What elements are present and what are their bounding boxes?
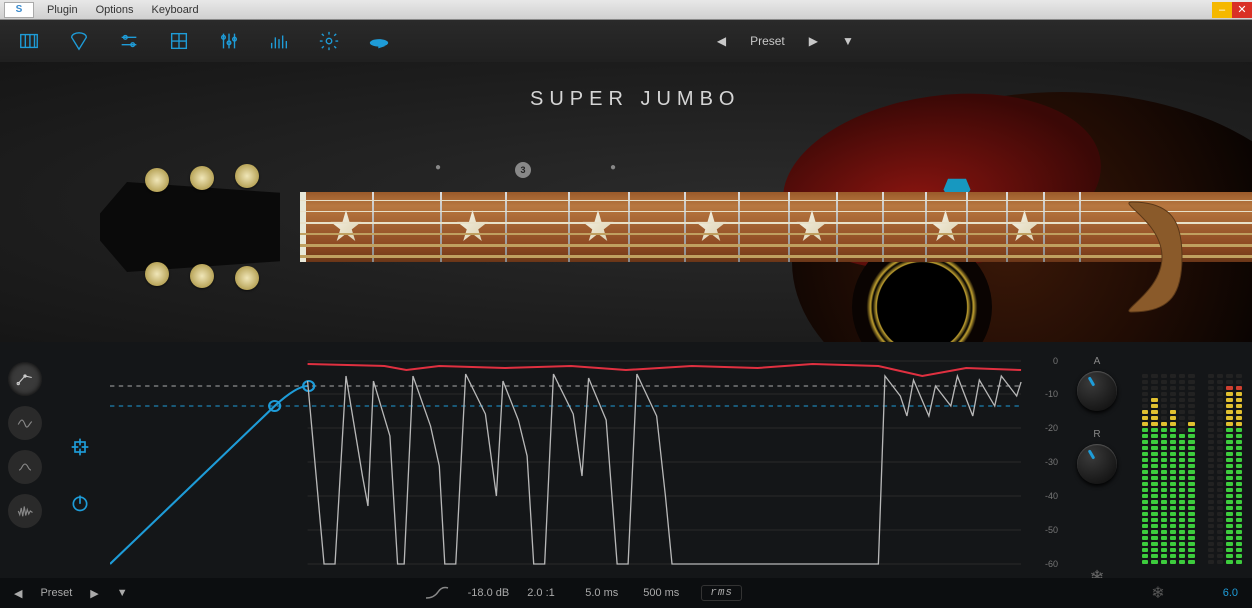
attack-knob-label: A (1094, 356, 1101, 367)
curve-icon[interactable] (424, 586, 450, 600)
graph-svg (110, 356, 1054, 576)
pick-icon[interactable] (68, 30, 90, 52)
detection-mode[interactable]: rms (701, 585, 742, 601)
window-menubar: S Plugin Options Keyboard – ✕ (0, 0, 1252, 20)
main-toolbar: ◀ Preset ▶ ▼ (0, 20, 1252, 62)
preset-navigator: ◀ Preset ▶ ▼ (717, 34, 854, 48)
settings-icon[interactable] (318, 30, 340, 52)
preset-next-button[interactable]: ▶ (809, 34, 818, 48)
tuner-peg (190, 166, 214, 190)
eq-tab[interactable] (8, 406, 42, 440)
release-knob-label: R (1093, 429, 1100, 440)
power-icon[interactable] (70, 493, 90, 513)
preset-dropdown-button[interactable]: ▼ (842, 34, 854, 48)
fx-bottom-bar: ◀ Preset ▶ ▼ -18.0 dB 2.0 :1 5.0 ms 500 … (0, 578, 1252, 608)
axis-label: 0 (1053, 356, 1058, 366)
fx-control-column (50, 342, 110, 608)
compressor-graph[interactable]: 0 -10 -20 -30 -40 -50 -60 (110, 356, 1054, 608)
window-close-button[interactable]: ✕ (1232, 2, 1252, 18)
capo-badge[interactable]: 3 (515, 162, 531, 178)
sliders-icon[interactable] (218, 30, 240, 52)
tuner-peg (235, 266, 259, 290)
eq-icon[interactable] (268, 30, 290, 52)
ratio-value[interactable]: 2.0 :1 (527, 587, 567, 599)
axis-label: -60 (1045, 559, 1058, 569)
preset-label[interactable]: Preset (750, 34, 785, 48)
compressor-tab[interactable] (8, 362, 42, 396)
fretboard[interactable]: ● 3 ● (300, 192, 1252, 262)
app-logo-icon: S (4, 2, 34, 18)
fx-preset-dropdown[interactable]: ▼ (117, 587, 128, 599)
release-knob[interactable] (1077, 444, 1117, 484)
autogain-icon[interactable] (70, 437, 90, 457)
axis-label: -40 (1045, 491, 1058, 501)
instrument-panel: SUPER JUMBO ● 3 ● (0, 62, 1252, 342)
knob-column: A R ❄ (1062, 342, 1132, 608)
axis-label: -30 (1045, 457, 1058, 467)
gate-tab[interactable] (8, 450, 42, 484)
axis-label: -10 (1045, 389, 1058, 399)
tuner-peg (145, 262, 169, 286)
output-meters (1132, 342, 1252, 608)
hat-icon[interactable] (368, 30, 390, 52)
menu-keyboard[interactable]: Keyboard (143, 1, 208, 19)
attack-knob[interactable] (1077, 371, 1117, 411)
freeze-bottom-icon[interactable]: ❄ (1151, 583, 1164, 603)
tuner-peg (190, 264, 214, 288)
threshold-value[interactable]: -18.0 dB (468, 587, 510, 599)
tuner-peg (145, 168, 169, 192)
release-value[interactable]: 500 ms (643, 587, 683, 599)
grid-icon[interactable] (168, 30, 190, 52)
axis-label: -20 (1045, 423, 1058, 433)
bridge (1112, 192, 1232, 322)
limiter-tab[interactable] (8, 494, 42, 528)
preset-prev-button[interactable]: ◀ (717, 34, 726, 48)
fx-preset-label[interactable]: Preset (40, 587, 72, 599)
fx-tool-column (0, 342, 50, 608)
menu-options[interactable]: Options (87, 1, 143, 19)
window-minimize-button[interactable]: – (1212, 2, 1232, 18)
tuner-peg (235, 164, 259, 188)
output-value[interactable]: 6.0 (1223, 587, 1238, 599)
fx-preset-prev[interactable]: ◀ (14, 587, 22, 600)
fx-panel: 0 -10 -20 -30 -40 -50 -60 A R ❄ (0, 342, 1252, 608)
fx-preset-next[interactable]: ▶ (90, 587, 98, 600)
axis-label: -50 (1045, 525, 1058, 535)
attack-value[interactable]: 5.0 ms (585, 587, 625, 599)
menu-plugin[interactable]: Plugin (38, 1, 87, 19)
guitar-visual: ● 3 ● (60, 132, 1252, 312)
instrument-title: SUPER JUMBO (530, 88, 740, 111)
keyboard-view-icon[interactable] (18, 30, 40, 52)
mixer-icon[interactable] (118, 30, 140, 52)
headstock (60, 172, 300, 282)
